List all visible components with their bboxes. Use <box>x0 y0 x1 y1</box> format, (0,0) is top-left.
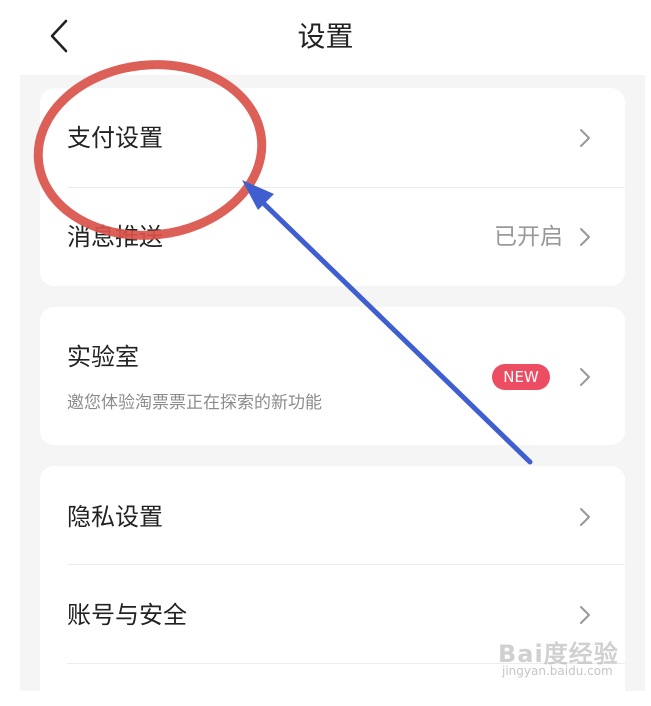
message-push-label: 消息推送 <box>67 223 163 251</box>
watermark: Bai度经验 jingyan.baidu.com <box>498 628 648 686</box>
chevron-right-icon <box>580 129 590 147</box>
account-security-label: 账号与安全 <box>67 601 187 629</box>
privacy-settings-label: 隐私设置 <box>67 503 163 531</box>
message-push-row[interactable]: 消息推送 已开启 <box>40 188 625 286</box>
chevron-right-icon <box>580 606 590 624</box>
chevron-right-icon <box>580 368 590 386</box>
settings-card-general: 支付设置 消息推送 已开启 <box>40 88 625 286</box>
settings-card-lab: 实验室 邀您体验淘票票正在探索的新功能 NEW <box>40 307 625 445</box>
payment-settings-label: 支付设置 <box>67 124 163 152</box>
settings-content: 支付设置 消息推送 已开启 实验室 邀您体验淘票票正在探索的新功能 NEW 隐私 <box>20 75 645 706</box>
page-title: 设置 <box>297 20 354 53</box>
new-badge: NEW <box>492 364 550 390</box>
payment-settings-row[interactable]: 支付设置 <box>40 88 625 187</box>
header-bar: 设置 <box>0 0 651 75</box>
lab-subtitle: 邀您体验淘票票正在探索的新功能 <box>67 393 322 413</box>
lab-label: 实验室 <box>67 343 139 371</box>
chevron-right-icon <box>580 508 590 526</box>
lab-row[interactable]: 实验室 邀您体验淘票票正在探索的新功能 NEW <box>40 307 625 445</box>
chevron-right-icon <box>580 228 590 246</box>
watermark-url: jingyan.baidu.com <box>502 664 613 678</box>
message-push-status: 已开启 <box>494 224 563 250</box>
privacy-settings-row[interactable]: 隐私设置 <box>40 466 625 564</box>
